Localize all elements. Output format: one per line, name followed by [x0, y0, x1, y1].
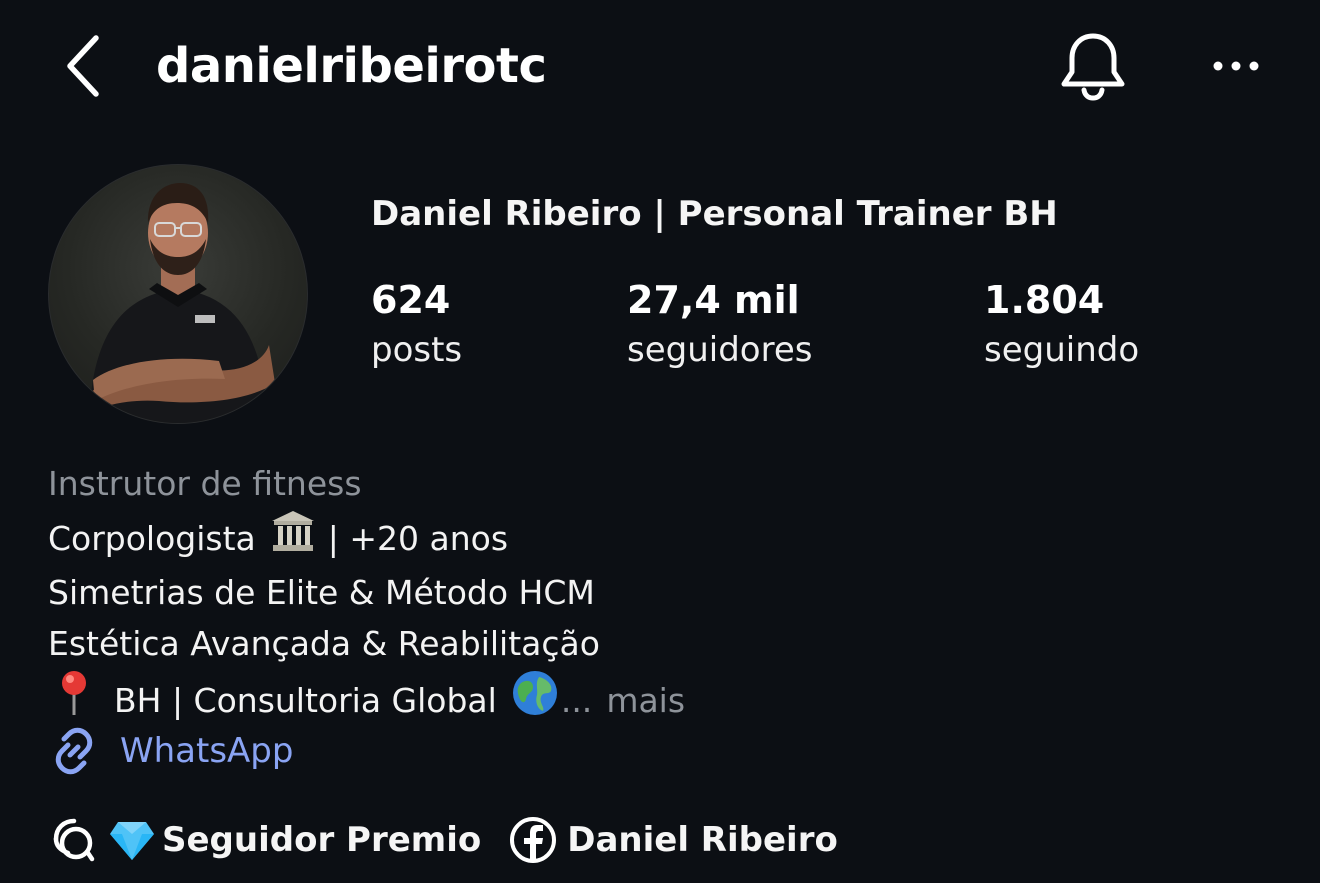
link-icon [55, 727, 93, 775]
whatsapp-link[interactable]: WhatsApp [48, 724, 293, 778]
posts-count-label: posts [371, 330, 463, 370]
bio-more-link[interactable]: mais [606, 675, 685, 726]
following-count[interactable]: 1.804 seguindo [984, 274, 1139, 374]
round-pushpin-emoji-icon [54, 669, 94, 731]
bio-line-1: Corpologista | +20 anos [48, 509, 1048, 567]
more-horizontal-icon [1213, 61, 1259, 71]
facebook-link[interactable]: Daniel Ribeiro [509, 812, 838, 868]
profile-username: danielribeirotc [156, 38, 547, 94]
bio-line-3: Estética Avançada & Reabilitação [48, 624, 600, 663]
bio-line-4: BH | Consultoria Global ... mais [48, 669, 1048, 731]
whatsapp-link-label: WhatsApp [120, 731, 294, 771]
bio-line-1-suffix: | +20 anos [327, 518, 509, 558]
profile-photo [89, 183, 275, 423]
following-count-label: seguindo [984, 330, 1140, 370]
more-options-button[interactable] [1204, 46, 1268, 86]
classical-building-emoji-icon [270, 509, 316, 567]
facebook-icon [510, 817, 557, 863]
bio-line-2: Simetrias de Elite & Método HCM [48, 573, 595, 612]
social-links-row: Seguidor Premio Daniel Ribeiro [48, 812, 838, 868]
threads-link[interactable]: Seguidor Premio [48, 812, 481, 868]
posts-count[interactable]: 624 posts [371, 274, 462, 374]
posts-count-value: 624 [371, 278, 451, 322]
notifications-button[interactable] [1058, 30, 1128, 102]
bio-category: Instrutor de fitness [48, 464, 362, 503]
bio-line-4-text: BH | Consultoria Global [114, 680, 497, 720]
globe-emoji-icon [511, 669, 559, 731]
chevron-left-icon [67, 35, 99, 97]
threads-icon [53, 818, 95, 862]
back-button[interactable] [58, 30, 110, 102]
followers-count-label: seguidores [627, 330, 813, 370]
profile-page: danielribeirotc Daniel Ribeiro | Persona… [0, 0, 1320, 883]
threads-link-label: Seguidor Premio [162, 820, 482, 860]
following-count-value: 1.804 [984, 278, 1105, 322]
profile-bio: Instrutor de fitness Corpologista | +20 … [48, 458, 1048, 731]
followers-count-value: 27,4 mil [627, 278, 800, 322]
bio-line-1-text: Corpologista [48, 518, 256, 558]
gem-icon [110, 822, 154, 860]
profile-display-name: Daniel Ribeiro | Personal Trainer BH [371, 194, 1058, 234]
bell-icon [1061, 33, 1125, 101]
avatar[interactable] [48, 164, 308, 424]
followers-count[interactable]: 27,4 mil seguidores [627, 274, 812, 374]
bio-ellipsis: ... [560, 680, 593, 720]
top-bar: danielribeirotc [0, 0, 1320, 130]
facebook-link-label: Daniel Ribeiro [567, 820, 838, 860]
